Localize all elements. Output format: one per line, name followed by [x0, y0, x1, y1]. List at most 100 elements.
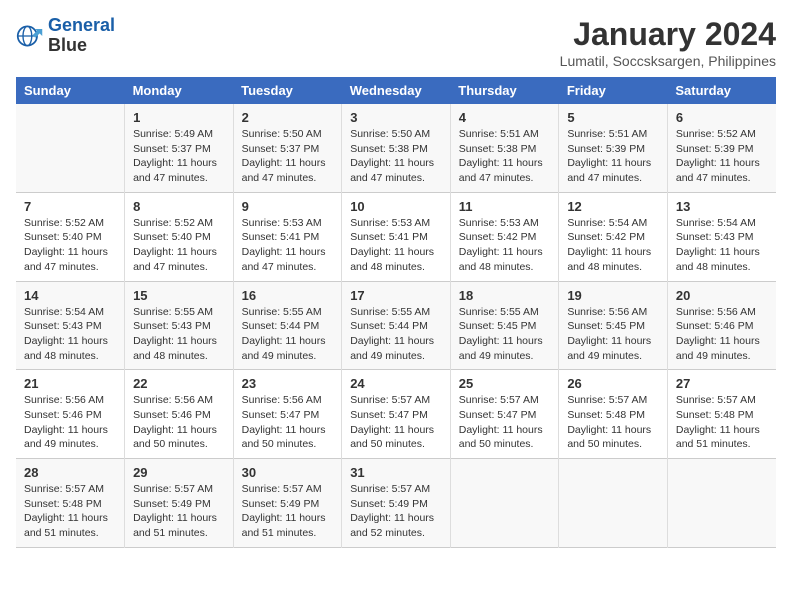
day-info: Sunrise: 5:51 AM Sunset: 5:38 PM Dayligh… [459, 127, 551, 186]
day-cell: 9 Sunrise: 5:53 AM Sunset: 5:41 PM Daylig… [233, 192, 342, 281]
day-cell: 8 Sunrise: 5:52 AM Sunset: 5:40 PM Daylig… [125, 192, 234, 281]
day-number: 28 [24, 465, 116, 480]
header-row: SundayMondayTuesdayWednesdayThursdayFrid… [16, 77, 776, 104]
day-info: Sunrise: 5:49 AM Sunset: 5:37 PM Dayligh… [133, 127, 225, 186]
day-number: 27 [676, 376, 768, 391]
day-number: 18 [459, 288, 551, 303]
day-info: Sunrise: 5:56 AM Sunset: 5:45 PM Dayligh… [567, 305, 659, 364]
day-cell: 20Sunrise: 5:56 AM Sunset: 5:46 PM Dayli… [667, 281, 776, 370]
logo-text: General Blue [48, 16, 115, 56]
day-info: Sunrise: 5:57 AM Sunset: 5:47 PM Dayligh… [350, 393, 442, 452]
day-info: Sunrise: 5:52 AM Sunset: 5:40 PM Dayligh… [24, 216, 116, 275]
day-cell: 24 Sunrise: 5:57 AM Sunset: 5:47 PM Dayli… [342, 370, 451, 459]
day-cell: 2Sunrise: 5:50 AM Sunset: 5:37 PM Daylig… [233, 104, 342, 192]
title-block: January 2024 Lumatil, Soccsksargen, Phil… [560, 16, 776, 69]
day-number: 15 [133, 288, 225, 303]
day-cell [667, 459, 776, 548]
day-cell: 3 Sunrise: 5:50 AM Sunset: 5:38 PM Daylig… [342, 104, 451, 192]
day-cell: 10 Sunrise: 5:53 AM Sunset: 5:41 PM Dayli… [342, 192, 451, 281]
day-cell: 19 Sunrise: 5:56 AM Sunset: 5:45 PM Dayli… [559, 281, 668, 370]
day-cell: 21 Sunrise: 5:56 AM Sunset: 5:46 PM Dayli… [16, 370, 125, 459]
header-cell-tuesday: Tuesday [233, 77, 342, 104]
day-number: 8 [133, 199, 225, 214]
day-info: Sunrise: 5:57 AM Sunset: 5:48 PM Dayligh… [676, 393, 768, 452]
day-number: 12 [567, 199, 659, 214]
day-cell: 14 Sunrise: 5:54 AM Sunset: 5:43 PM Dayli… [16, 281, 125, 370]
day-info: Sunrise: 5:54 AM Sunset: 5:43 PM Dayligh… [24, 305, 116, 364]
day-cell: 26Sunrise: 5:57 AM Sunset: 5:48 PM Dayli… [559, 370, 668, 459]
day-number: 11 [459, 199, 551, 214]
day-number: 24 [350, 376, 442, 391]
day-cell: 1 Sunrise: 5:49 AM Sunset: 5:37 PM Daylig… [125, 104, 234, 192]
day-info: Sunrise: 5:57 AM Sunset: 5:47 PM Dayligh… [459, 393, 551, 452]
day-info: Sunrise: 5:56 AM Sunset: 5:47 PM Dayligh… [242, 393, 334, 452]
week-row-3: 14 Sunrise: 5:54 AM Sunset: 5:43 PM Dayli… [16, 281, 776, 370]
day-number: 30 [242, 465, 334, 480]
day-number: 29 [133, 465, 225, 480]
week-row-4: 21 Sunrise: 5:56 AM Sunset: 5:46 PM Dayli… [16, 370, 776, 459]
day-cell: 17 Sunrise: 5:55 AM Sunset: 5:44 PM Dayli… [342, 281, 451, 370]
month-title: January 2024 [560, 16, 776, 53]
day-number: 22 [133, 376, 225, 391]
day-info: Sunrise: 5:57 AM Sunset: 5:49 PM Dayligh… [242, 482, 334, 541]
day-cell: 7 Sunrise: 5:52 AM Sunset: 5:40 PM Daylig… [16, 192, 125, 281]
header-cell-friday: Friday [559, 77, 668, 104]
day-info: Sunrise: 5:56 AM Sunset: 5:46 PM Dayligh… [676, 305, 768, 364]
day-number: 9 [242, 199, 334, 214]
day-cell: 29 Sunrise: 5:57 AM Sunset: 5:49 PM Dayli… [125, 459, 234, 548]
day-number: 19 [567, 288, 659, 303]
day-info: Sunrise: 5:51 AM Sunset: 5:39 PM Dayligh… [567, 127, 659, 186]
day-info: Sunrise: 5:50 AM Sunset: 5:38 PM Dayligh… [350, 127, 442, 186]
location: Lumatil, Soccsksargen, Philippines [560, 53, 776, 69]
day-number: 7 [24, 199, 116, 214]
header-cell-wednesday: Wednesday [342, 77, 451, 104]
day-info: Sunrise: 5:55 AM Sunset: 5:45 PM Dayligh… [459, 305, 551, 364]
header-cell-thursday: Thursday [450, 77, 559, 104]
day-number: 26 [567, 376, 659, 391]
day-info: Sunrise: 5:55 AM Sunset: 5:44 PM Dayligh… [350, 305, 442, 364]
day-info: Sunrise: 5:52 AM Sunset: 5:39 PM Dayligh… [676, 127, 768, 186]
week-row-5: 28 Sunrise: 5:57 AM Sunset: 5:48 PM Dayli… [16, 459, 776, 548]
day-cell: 6Sunrise: 5:52 AM Sunset: 5:39 PM Daylig… [667, 104, 776, 192]
header-cell-saturday: Saturday [667, 77, 776, 104]
day-info: Sunrise: 5:53 AM Sunset: 5:42 PM Dayligh… [459, 216, 551, 275]
day-cell: 25Sunrise: 5:57 AM Sunset: 5:47 PM Dayli… [450, 370, 559, 459]
day-cell: 15 Sunrise: 5:55 AM Sunset: 5:43 PM Dayli… [125, 281, 234, 370]
day-cell: 13Sunrise: 5:54 AM Sunset: 5:43 PM Dayli… [667, 192, 776, 281]
day-info: Sunrise: 5:55 AM Sunset: 5:44 PM Dayligh… [242, 305, 334, 364]
day-cell: 30 Sunrise: 5:57 AM Sunset: 5:49 PM Dayli… [233, 459, 342, 548]
page-header: General Blue January 2024 Lumatil, Soccs… [16, 16, 776, 69]
day-cell [559, 459, 668, 548]
day-cell: 4 Sunrise: 5:51 AM Sunset: 5:38 PM Daylig… [450, 104, 559, 192]
day-cell: 28 Sunrise: 5:57 AM Sunset: 5:48 PM Dayli… [16, 459, 125, 548]
day-info: Sunrise: 5:56 AM Sunset: 5:46 PM Dayligh… [24, 393, 116, 452]
day-number: 17 [350, 288, 442, 303]
day-number: 31 [350, 465, 442, 480]
day-number: 16 [242, 288, 334, 303]
day-number: 10 [350, 199, 442, 214]
day-number: 1 [133, 110, 225, 125]
day-cell: 23Sunrise: 5:56 AM Sunset: 5:47 PM Dayli… [233, 370, 342, 459]
day-cell: 18 Sunrise: 5:55 AM Sunset: 5:45 PM Dayli… [450, 281, 559, 370]
day-cell: 31Sunrise: 5:57 AM Sunset: 5:49 PM Dayli… [342, 459, 451, 548]
day-info: Sunrise: 5:57 AM Sunset: 5:48 PM Dayligh… [24, 482, 116, 541]
day-cell: 22Sunrise: 5:56 AM Sunset: 5:46 PM Dayli… [125, 370, 234, 459]
day-info: Sunrise: 5:53 AM Sunset: 5:41 PM Dayligh… [242, 216, 334, 275]
logo-icon [16, 22, 44, 50]
day-number: 14 [24, 288, 116, 303]
day-cell: 27 Sunrise: 5:57 AM Sunset: 5:48 PM Dayli… [667, 370, 776, 459]
day-info: Sunrise: 5:52 AM Sunset: 5:40 PM Dayligh… [133, 216, 225, 275]
day-info: Sunrise: 5:57 AM Sunset: 5:49 PM Dayligh… [133, 482, 225, 541]
day-number: 3 [350, 110, 442, 125]
logo: General Blue [16, 16, 115, 56]
day-cell: 16 Sunrise: 5:55 AM Sunset: 5:44 PM Dayli… [233, 281, 342, 370]
header-cell-monday: Monday [125, 77, 234, 104]
day-number: 13 [676, 199, 768, 214]
day-number: 4 [459, 110, 551, 125]
day-info: Sunrise: 5:50 AM Sunset: 5:37 PM Dayligh… [242, 127, 334, 186]
day-info: Sunrise: 5:55 AM Sunset: 5:43 PM Dayligh… [133, 305, 225, 364]
header-cell-sunday: Sunday [16, 77, 125, 104]
day-info: Sunrise: 5:53 AM Sunset: 5:41 PM Dayligh… [350, 216, 442, 275]
day-cell: 11 Sunrise: 5:53 AM Sunset: 5:42 PM Dayli… [450, 192, 559, 281]
day-number: 21 [24, 376, 116, 391]
